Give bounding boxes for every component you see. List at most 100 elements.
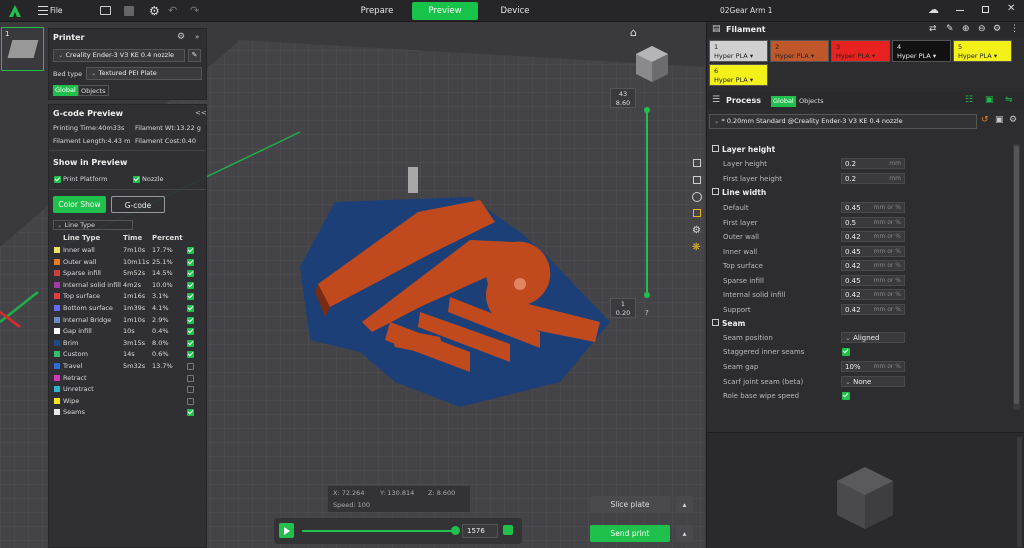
- speed-gauge-icon[interactable]: [692, 192, 702, 202]
- settings-icon[interactable]: ⚙: [149, 4, 160, 18]
- gcode-collapse-icon[interactable]: <<: [195, 109, 207, 117]
- print-platform-checkbox[interactable]: [54, 176, 61, 183]
- process-profile-select[interactable]: ⌄ * 0.20mm Standard @Creality Ender-3 V3…: [709, 114, 977, 129]
- line-type-visibility-checkbox[interactable]: [187, 316, 194, 324]
- send-print-button[interactable]: Send print: [590, 525, 670, 542]
- tab-preview[interactable]: Preview: [412, 2, 478, 20]
- printer-global-tab[interactable]: Global: [53, 85, 78, 96]
- save-profile-icon[interactable]: ▣: [995, 115, 1004, 125]
- object-list-scrollbar[interactable]: [1017, 437, 1022, 547]
- profile-settings-icon[interactable]: ⚙: [1009, 115, 1017, 125]
- layer-height-input[interactable]: 0.2 mm: [841, 158, 905, 169]
- filament-slot[interactable]: 1 Hyper PLA ▾: [709, 40, 768, 62]
- measure-icon[interactable]: [693, 209, 701, 217]
- line-type-visibility-checkbox[interactable]: [187, 281, 194, 289]
- open-folder-icon[interactable]: [100, 6, 111, 15]
- tab-prepare[interactable]: Prepare: [347, 2, 407, 20]
- move-slider-track[interactable]: [302, 530, 454, 532]
- settings-view-icon[interactable]: ⚙: [692, 225, 701, 236]
- color-show-button[interactable]: Color Show: [53, 196, 106, 213]
- line-type-visibility-checkbox[interactable]: [187, 305, 194, 312]
- line-type-visibility-checkbox[interactable]: [187, 339, 194, 347]
- help-icon[interactable]: ?: [645, 309, 649, 317]
- slice-options-button[interactable]: ▴: [676, 496, 693, 513]
- undo-icon[interactable]: ↶: [168, 4, 177, 17]
- line-type-visibility-checkbox[interactable]: [187, 409, 194, 417]
- plate-thumbnail[interactable]: 1: [1, 27, 44, 71]
- filament-add-icon[interactable]: ⊕: [962, 24, 970, 34]
- reset-profile-icon[interactable]: ↺: [981, 115, 989, 125]
- line-type-visibility-checkbox[interactable]: [187, 374, 194, 382]
- bed-type-select[interactable]: ⌄ Textured PEI Plate: [86, 67, 202, 80]
- move-value-field[interactable]: 1576: [462, 524, 498, 538]
- redo-icon[interactable]: ↷: [190, 4, 199, 17]
- move-slider-thumb[interactable]: [451, 526, 460, 535]
- assembly-icon[interactable]: ❋: [692, 242, 700, 253]
- filament-remove-icon[interactable]: ⊖: [978, 24, 986, 34]
- home-view-icon[interactable]: ⌂: [630, 26, 637, 39]
- line-type-visibility-checkbox[interactable]: [187, 293, 194, 301]
- settings-scroll-track[interactable]: [1013, 144, 1020, 410]
- process-list-icon[interactable]: ☷: [965, 95, 973, 105]
- seam-gap-input[interactable]: 10% mm or %: [841, 361, 905, 372]
- filament-slot[interactable]: 3 Hyper PLA ▾: [831, 40, 890, 62]
- tab-device[interactable]: Device: [485, 2, 545, 20]
- process-objects-tab[interactable]: Objects: [799, 96, 824, 107]
- line-type-visibility-checkbox[interactable]: [187, 270, 194, 278]
- gcode-view-button[interactable]: G-code: [111, 196, 165, 213]
- filament-sync-icon[interactable]: ⇄: [929, 24, 937, 34]
- line-width-input[interactable]: 0.5 mm or %: [841, 216, 905, 228]
- filament-more-icon[interactable]: ⋮: [1010, 24, 1019, 34]
- app-logo-icon[interactable]: [8, 4, 22, 18]
- line-type-visibility-checkbox[interactable]: [187, 363, 194, 370]
- first-layer-height-input[interactable]: 0.2 mm: [841, 173, 905, 184]
- seam-position-select[interactable]: ⌄ Aligned: [841, 332, 905, 343]
- filament-slot[interactable]: 2 Hyper PLA ▾: [770, 40, 829, 62]
- save-icon[interactable]: [124, 6, 134, 16]
- line-width-input[interactable]: 0.45 mm or %: [841, 245, 905, 257]
- line-width-input[interactable]: 0.42 mm or %: [841, 260, 905, 271]
- filament-edit-icon[interactable]: ✎: [946, 24, 954, 34]
- printer-objects-tab[interactable]: Objects: [78, 85, 109, 96]
- printer-select[interactable]: ⌄ Creality Ender-3 V3 KE 0.4 nozzle: [53, 49, 185, 62]
- upload-cloud-icon[interactable]: ☁: [928, 3, 939, 16]
- minimize-icon[interactable]: [956, 10, 964, 11]
- filament-slot[interactable]: 6 Hyper PLA ▾: [709, 64, 768, 86]
- line-width-input[interactable]: 0.45 mm or %: [841, 202, 905, 213]
- line-type-visibility-checkbox[interactable]: [187, 386, 194, 394]
- menu-icon[interactable]: [38, 6, 48, 15]
- filament-slot[interactable]: 4 Hyper PLA ▾: [892, 40, 951, 62]
- process-advanced-icon[interactable]: ⇋: [1005, 95, 1013, 105]
- cube-toggle-icon[interactable]: [503, 525, 513, 535]
- layers-icon[interactable]: [693, 159, 701, 167]
- process-global-tab[interactable]: Global: [771, 96, 796, 107]
- send-options-button[interactable]: ▴: [676, 525, 693, 542]
- filament-slot[interactable]: 5 Hyper PLA ▾: [953, 40, 1012, 62]
- settings-scrollbar-thumb[interactable]: [1014, 146, 1019, 404]
- printer-settings-icon[interactable]: ⚙: [177, 32, 185, 42]
- nozzle-checkbox[interactable]: [133, 176, 140, 183]
- view-cube[interactable]: [634, 44, 670, 84]
- line-width-input[interactable]: 0.42 mm or %: [841, 303, 905, 315]
- restore-icon[interactable]: [982, 6, 989, 13]
- line-width-input[interactable]: 0.45 mm or %: [841, 274, 905, 286]
- grid-view-icon[interactable]: [693, 176, 701, 184]
- line-width-input[interactable]: 0.42 mm or %: [841, 289, 905, 300]
- filament-settings-icon[interactable]: ⚙: [993, 24, 1001, 34]
- scarf-seam-select[interactable]: ⌄ None: [841, 376, 905, 387]
- line-type-visibility-checkbox[interactable]: [187, 247, 194, 254]
- line-type-visibility-checkbox[interactable]: [187, 328, 194, 336]
- line-type-visibility-checkbox[interactable]: [187, 351, 194, 359]
- printer-expand-icon[interactable]: »: [195, 33, 199, 41]
- staggered-seams-checkbox[interactable]: [842, 348, 850, 356]
- file-menu[interactable]: File: [50, 6, 63, 15]
- line-type-visibility-checkbox[interactable]: [187, 258, 194, 266]
- edit-printer-icon[interactable]: ✎: [188, 49, 201, 62]
- process-compare-icon[interactable]: ▣: [985, 95, 994, 105]
- slice-plate-button[interactable]: Slice plate: [590, 496, 670, 513]
- line-type-select[interactable]: ⌄ Line Type: [53, 220, 133, 230]
- line-width-input[interactable]: 0.42 mm or %: [841, 231, 905, 242]
- role-wipe-speed-checkbox[interactable]: [842, 392, 850, 400]
- close-icon[interactable]: ✕: [1007, 3, 1015, 14]
- play-button[interactable]: [279, 523, 294, 538]
